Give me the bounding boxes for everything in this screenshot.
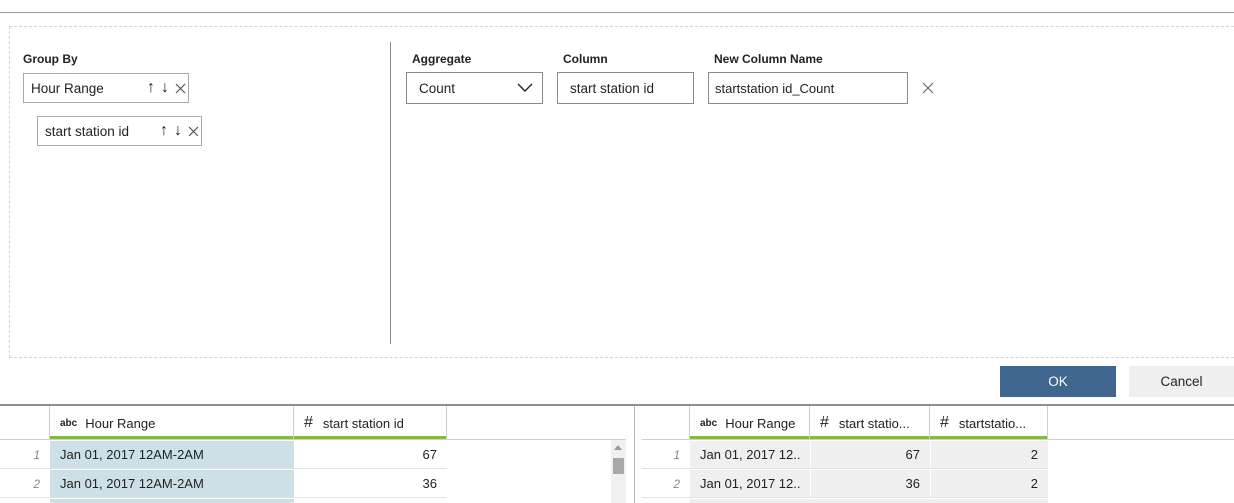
column-header-label: start statio...	[838, 415, 910, 431]
sort-descending-icon[interactable]: ↓	[171, 116, 185, 146]
table-cell[interactable]: Jan 01, 2017 12AM-2AM	[50, 470, 294, 498]
table-cell[interactable]: Jan 01, 2017 12AM-2AM	[50, 441, 294, 469]
new-column-name-input[interactable]: startstation id_Count	[708, 72, 908, 104]
row-number-header	[0, 406, 50, 440]
group-by-chip-hour-range[interactable]: Hour Range ↑ ↓	[23, 73, 189, 103]
close-icon[interactable]	[172, 73, 188, 103]
group-by-label: Group By	[23, 52, 78, 66]
chip-label: start station id	[45, 123, 130, 139]
sort-ascending-icon[interactable]: ↑	[157, 116, 171, 146]
number-type-icon: #	[940, 414, 949, 431]
output-rows-continuation	[690, 499, 1048, 503]
column-label: Column	[563, 52, 608, 66]
aggregate-label: Aggregate	[412, 52, 472, 66]
text-type-icon: abc	[700, 417, 718, 429]
close-icon[interactable]	[185, 116, 201, 146]
column-header-start-station[interactable]: # start statio...	[810, 406, 930, 440]
column-header-hour-range[interactable]: abc Hour Range	[690, 406, 810, 440]
new-column-name-value: startstation id_Count	[715, 80, 835, 96]
new-column-name-label: New Column Name	[714, 52, 823, 66]
column-value: start station id	[570, 80, 655, 96]
sort-descending-icon[interactable]: ↓	[158, 73, 172, 103]
row-number: 2	[642, 470, 690, 498]
table-cell[interactable]: 36	[810, 470, 930, 498]
chip-label: Hour Range	[31, 80, 104, 96]
table-cell[interactable]: Jan 01, 2017 12..	[690, 470, 810, 498]
scroll-up-icon[interactable]	[614, 445, 622, 450]
panel-divider	[390, 42, 391, 344]
grid-splitter[interactable]	[634, 406, 635, 503]
table-cell[interactable]: 2	[930, 441, 1048, 469]
table-cell[interactable]: Jan 01, 2017 12..	[690, 441, 810, 469]
remove-aggregate-icon[interactable]	[921, 81, 935, 95]
table-cell[interactable]: 2	[930, 470, 1048, 498]
column-header-hour-range[interactable]: abc Hour Range	[50, 406, 294, 440]
cancel-button[interactable]: Cancel	[1129, 366, 1234, 397]
table-cell[interactable]: 67	[294, 441, 447, 469]
row-number-header	[642, 406, 690, 440]
top-divider	[0, 12, 1234, 13]
group-by-chip-start-station-id[interactable]: start station id ↑ ↓	[37, 116, 202, 146]
column-header-start-station-id[interactable]: # start station id	[294, 406, 447, 440]
header-bottom-border	[0, 439, 626, 440]
column-header-label: startstatio...	[958, 415, 1027, 431]
table-cell[interactable]: 36	[294, 470, 447, 498]
row-number: 1	[0, 441, 50, 469]
table-cell[interactable]: 67	[810, 441, 930, 469]
ok-button[interactable]: OK	[1000, 366, 1116, 397]
aggregate-value: Count	[419, 80, 456, 96]
row-number: 1	[642, 441, 690, 469]
column-header-label: Hour Range	[725, 415, 796, 431]
column-header-startstation-count[interactable]: # startstatio...	[930, 406, 1048, 440]
vertical-scrollbar[interactable]	[611, 440, 626, 503]
column-field[interactable]: start station id	[557, 72, 694, 104]
text-type-icon: abc	[60, 417, 78, 429]
scroll-thumb[interactable]	[613, 458, 624, 474]
selected-column-continuation	[50, 499, 294, 503]
column-header-label: start station id	[322, 415, 404, 431]
column-header-label: Hour Range	[85, 415, 156, 431]
header-bottom-border	[642, 439, 1234, 440]
chevron-down-icon	[508, 83, 542, 93]
aggregate-dropdown[interactable]: Count	[406, 72, 543, 104]
row-number: 2	[0, 470, 50, 498]
number-type-icon: #	[820, 414, 829, 431]
sort-ascending-icon[interactable]: ↑	[144, 73, 158, 103]
number-type-icon: #	[304, 414, 313, 431]
